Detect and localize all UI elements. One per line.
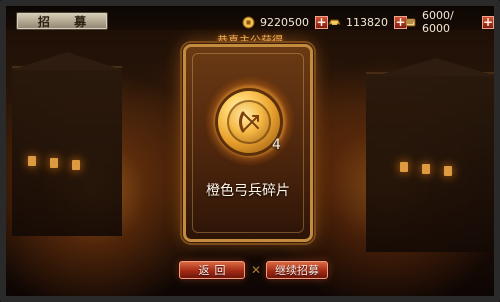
- glow-window: [400, 162, 408, 172]
- coin-icon: [242, 16, 255, 29]
- back-button[interactable]: 返回: [179, 261, 245, 279]
- building-right-roof: [376, 58, 494, 76]
- reward-medal: [218, 91, 280, 153]
- ingot-value: 113820: [346, 15, 388, 29]
- reward-card: 4 橙色弓兵碎片: [183, 44, 313, 242]
- continue-recruit-button[interactable]: 继续招募: [266, 261, 328, 279]
- divider-ornament: ✕: [250, 263, 262, 277]
- glow-window: [444, 166, 452, 176]
- stamina-resource: 6000/ 6000 +: [404, 9, 494, 35]
- bow-icon: [227, 100, 271, 144]
- add-gold-button[interactable]: +: [315, 15, 328, 29]
- glow-window: [72, 160, 80, 170]
- glow-window: [28, 156, 36, 166]
- item-count: 4: [272, 137, 281, 153]
- building-left-roof: [12, 52, 122, 70]
- gold-value: 9220500: [260, 15, 309, 29]
- building-left: [12, 66, 122, 236]
- add-stamina-button[interactable]: +: [481, 15, 494, 29]
- glow-window: [422, 164, 430, 174]
- item-name: 橙色弓兵碎片: [206, 183, 290, 199]
- page-title: 招 募: [16, 12, 108, 30]
- ingot-icon: [328, 16, 341, 29]
- glow-window: [50, 158, 58, 168]
- ingot-resource: 113820 +: [328, 15, 407, 29]
- gold-resource: 9220500 +: [242, 15, 328, 29]
- top-bar: 招 募 9220500 + 113820 + 6000/ 6000 +: [6, 6, 494, 35]
- building-right: [366, 72, 494, 252]
- scroll-icon: [404, 16, 417, 29]
